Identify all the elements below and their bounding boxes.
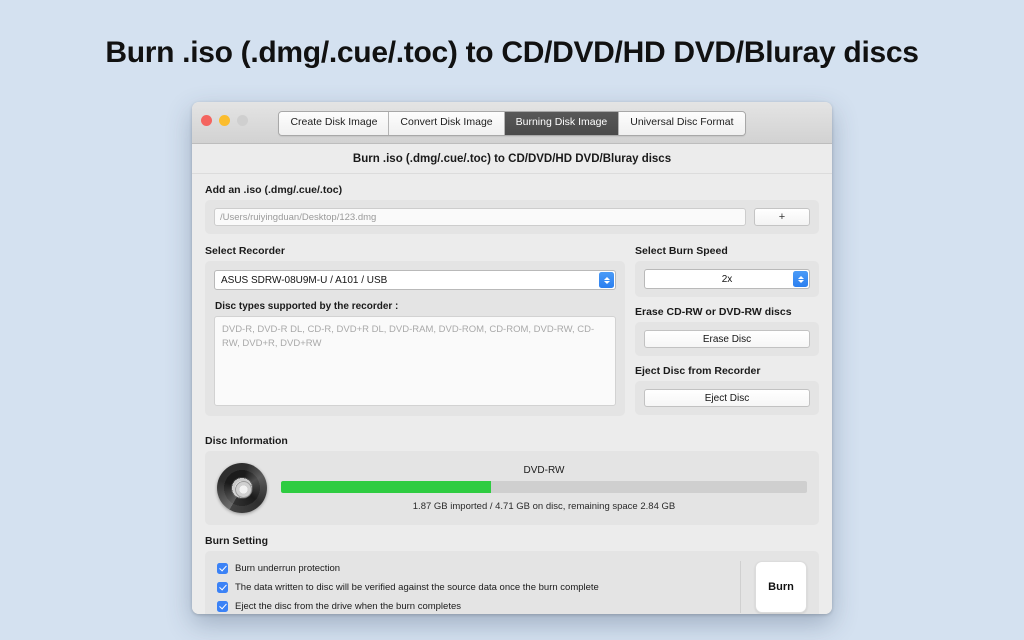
burn-speed-panel: 2x xyxy=(635,261,819,297)
checkbox-icon[interactable] xyxy=(217,562,228,574)
options-column: Select Burn Speed 2x Erase CD-RW or DVD-… xyxy=(635,245,819,424)
disc-usage-fill xyxy=(281,480,492,493)
iso-path-input[interactable]: /Users/ruiyingduan/Desktop/123.dmg xyxy=(214,208,746,226)
burn-option-label: Eject the disc from the drive when the b… xyxy=(235,600,462,612)
disc-usage-track xyxy=(281,480,807,493)
disc-information-panel: DVD-RW 1.87 GB imported / 4.71 GB on dis… xyxy=(205,451,819,525)
chevron-up-icon xyxy=(603,276,610,280)
burn-option-underrun-protection[interactable]: Burn underrun protection xyxy=(217,562,730,574)
add-iso-panel: /Users/ruiyingduan/Desktop/123.dmg + xyxy=(205,200,819,234)
recorder-panel: ASUS SDRW-08U9M-U / A101 / USB Disc type… xyxy=(205,261,625,416)
middle-columns: Select Recorder ASUS SDRW-08U9M-U / A101… xyxy=(205,245,819,424)
window-subtitle: Burn .iso (.dmg/.cue/.toc) to CD/DVD/HD … xyxy=(192,144,832,174)
eject-disc-button[interactable]: Eject Disc xyxy=(644,389,810,407)
burn-setting-panel: Burn underrun protection The data writte… xyxy=(205,551,819,614)
disc-information-label: Disc Information xyxy=(205,435,288,447)
disc-usage-stats: 1.87 GB imported / 4.71 GB on disc, rema… xyxy=(412,500,676,512)
burn-speed-label: Select Burn Speed xyxy=(635,245,728,257)
recorder-selected-value: ASUS SDRW-08U9M-U / A101 / USB xyxy=(221,274,388,286)
window-body: Add an .iso (.dmg/.cue/.toc) /Users/ruiy… xyxy=(192,174,832,614)
erase-panel: Erase Disc xyxy=(635,322,819,356)
select-recorder-label: Select Recorder xyxy=(205,245,285,257)
eject-label: Eject Disc from Recorder xyxy=(635,365,761,377)
recorder-column: Select Recorder ASUS SDRW-08U9M-U / A101… xyxy=(205,245,625,424)
burn-setting-section: Burn Setting Burn underrun protection Th… xyxy=(205,535,819,614)
tab-group: Create Disk Image Convert Disk Image Bur… xyxy=(278,111,746,136)
add-iso-label: Add an .iso (.dmg/.cue/.toc) xyxy=(205,184,343,196)
eject-panel: Eject Disc xyxy=(635,381,819,415)
add-iso-button[interactable]: + xyxy=(754,208,810,226)
burn-options-list: Burn underrun protection The data writte… xyxy=(217,562,730,612)
burn-speed-selected-value: 2x xyxy=(721,273,733,285)
chevron-up-icon xyxy=(797,275,804,279)
erase-label: Erase CD-RW or DVD-RW discs xyxy=(635,306,792,318)
burn-option-label: Burn underrun protection xyxy=(235,562,341,574)
recorder-select[interactable]: ASUS SDRW-08U9M-U / A101 / USB xyxy=(214,270,616,290)
checkbox-icon[interactable] xyxy=(217,600,228,612)
disc-types-value: DVD-R, DVD-R DL, CD-R, DVD+R DL, DVD-RAM… xyxy=(214,316,616,406)
checkbox-icon[interactable] xyxy=(217,581,228,593)
burn-option-verify-data[interactable]: The data written to disc will be verifie… xyxy=(217,581,730,593)
burn-option-eject-after-burn[interactable]: Eject the disc from the drive when the b… xyxy=(217,600,730,612)
burn-speed-select[interactable]: 2x xyxy=(644,269,810,289)
tab-bar: Create Disk Image Convert Disk Image Bur… xyxy=(192,111,832,136)
disc-information-section: Disc Information DVD-RW 1.87 GB imported… xyxy=(205,435,819,525)
burn-panel-divider xyxy=(740,561,741,613)
chevron-down-icon xyxy=(797,279,804,283)
burn-speed-stepper-icon[interactable] xyxy=(793,271,808,287)
burn-option-label: The data written to disc will be verifie… xyxy=(235,581,599,593)
tab-universal-disc-format[interactable]: Universal Disc Format xyxy=(619,112,745,135)
tab-convert-disk-image[interactable]: Convert Disk Image xyxy=(389,112,505,135)
add-iso-section: Add an .iso (.dmg/.cue/.toc) /Users/ruiy… xyxy=(205,184,819,234)
tab-burning-disk-image[interactable]: Burning Disk Image xyxy=(504,112,620,135)
eject-section: Eject Disc from Recorder Eject Disc xyxy=(635,365,819,415)
disc-usage: DVD-RW 1.87 GB imported / 4.71 GB on dis… xyxy=(281,465,807,512)
recorder-stepper-icon[interactable] xyxy=(599,272,614,288)
erase-disc-button[interactable]: Erase Disc xyxy=(644,330,810,348)
disc-type-value: DVD-RW xyxy=(523,464,565,476)
app-window: Create Disk Image Convert Disk Image Bur… xyxy=(192,102,832,614)
erase-section: Erase CD-RW or DVD-RW discs Erase Disc xyxy=(635,306,819,356)
tab-create-disk-image[interactable]: Create Disk Image xyxy=(279,112,390,135)
burn-setting-label: Burn Setting xyxy=(205,535,268,547)
burn-speed-section: Select Burn Speed 2x xyxy=(635,245,819,297)
burn-button[interactable]: Burn xyxy=(755,561,807,613)
disc-icon xyxy=(217,463,267,513)
chevron-down-icon xyxy=(603,280,610,284)
page-headline: Burn .iso (.dmg/.cue/.toc) to CD/DVD/HD … xyxy=(105,36,919,69)
disc-types-label: Disc types supported by the recorder : xyxy=(215,301,399,312)
window-titlebar: Create Disk Image Convert Disk Image Bur… xyxy=(192,102,832,144)
